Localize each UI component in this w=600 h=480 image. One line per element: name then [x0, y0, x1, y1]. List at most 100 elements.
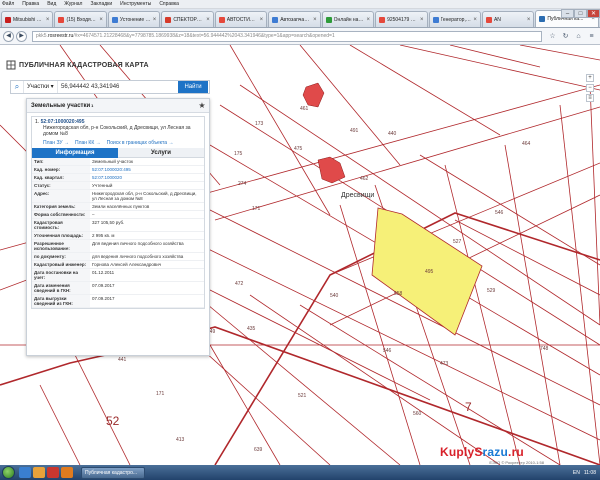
- tab-close-icon[interactable]: ×: [97, 17, 103, 23]
- tab-label: Mitsubishi 8(25...: [13, 16, 44, 23]
- info-row: Кадастровая стоимость: 327 105,50 руб.: [32, 218, 204, 232]
- info-row: Дата выгрузки сведений из ГКН: 07.09.2017: [32, 294, 204, 308]
- home-icon[interactable]: ⌂: [573, 31, 584, 42]
- tab-close-icon[interactable]: ×: [311, 17, 317, 23]
- clock[interactable]: 11:08: [584, 470, 596, 476]
- info-value[interactable]: 52:07:1000020:495: [90, 165, 204, 174]
- tab-close-icon[interactable]: ×: [204, 17, 210, 23]
- search-button[interactable]: Найти: [178, 81, 208, 93]
- maximize-icon[interactable]: □: [574, 9, 587, 18]
- parcel-boundary: [449, 45, 541, 68]
- menu-view[interactable]: Вид: [47, 1, 56, 7]
- info-row: Уточненная площадь: 2 995 кв. м: [32, 231, 204, 240]
- folder-icon[interactable]: [33, 467, 45, 478]
- back-icon[interactable]: ◀: [3, 30, 14, 42]
- parcel-boundary: [39, 384, 81, 465]
- plan-zu-link[interactable]: План ЗУ →: [43, 140, 69, 146]
- menu-icon[interactable]: ≡: [586, 31, 597, 42]
- browser-tab[interactable]: 92504179 РЕТ...×: [375, 11, 428, 27]
- browser-tab[interactable]: СПЕКТОРКИС ...×: [161, 11, 214, 27]
- info-value: Нижегородская обл, р-н Сокольский, д Дре…: [90, 189, 204, 203]
- building[interactable]: [302, 82, 325, 108]
- menu-tools[interactable]: Инструменты: [120, 1, 151, 7]
- firefox-icon[interactable]: [61, 467, 73, 478]
- parcel-index: 1.: [35, 119, 40, 125]
- tab-close-icon[interactable]: ×: [525, 17, 531, 23]
- parcel-card-header: 1. 52:07:1000020:495 Нижегородская обл, …: [32, 117, 204, 139]
- browser-tab[interactable]: АВТОСТИЛЬ 2...×: [214, 11, 268, 27]
- menu-edit[interactable]: Правка: [22, 1, 39, 7]
- tab-close-icon[interactable]: ×: [365, 17, 371, 23]
- zoom-in-button[interactable]: +: [586, 74, 594, 82]
- search-input[interactable]: 56,944442 43,341946: [57, 81, 178, 93]
- tab-label: (15) Входящие: [66, 16, 98, 23]
- parcel-label: 274: [238, 181, 247, 187]
- menu-history[interactable]: Журнал: [64, 1, 82, 7]
- quarter-label-52: 52: [106, 414, 120, 428]
- app-logo: ПУБЛИЧНАЯ КАДАСТРОВАЯ КАРТА: [6, 60, 149, 70]
- tab-close-icon[interactable]: ×: [44, 17, 50, 23]
- parcel-label: 540: [330, 293, 339, 299]
- parcel-label: 464: [522, 141, 531, 147]
- start-button[interactable]: [2, 466, 15, 479]
- info-row: Дата постановки на учет: 01.12.2011: [32, 268, 204, 282]
- close-icon[interactable]: ✕: [587, 9, 600, 18]
- parcel-boundary: [209, 344, 281, 465]
- search-category-select[interactable]: Участки ▾: [23, 81, 57, 93]
- system-tray: EN 11:08: [573, 470, 600, 476]
- tab-information[interactable]: Информация: [32, 148, 118, 158]
- layers-icon[interactable]: ≡: [586, 94, 594, 102]
- browser-tab[interactable]: (15) Входящие ×: [54, 11, 107, 27]
- info-key: Кад. квартал:: [32, 173, 90, 182]
- star-icon[interactable]: ☆: [547, 31, 558, 42]
- parcel-label: 529: [487, 288, 496, 294]
- tab-close-icon[interactable]: ×: [471, 17, 477, 23]
- parcel-label: 527: [453, 239, 462, 245]
- results-panel: Земельные участки 1 ★ 1. 52:07:1000020:49…: [26, 98, 210, 356]
- tab-close-icon[interactable]: ×: [258, 17, 264, 23]
- quarter-label-7: 7: [465, 400, 472, 414]
- reload-icon[interactable]: ↻: [560, 31, 571, 42]
- parcel-label: 491: [350, 128, 359, 134]
- building[interactable]: [317, 156, 346, 184]
- tab-close-icon[interactable]: ×: [418, 17, 424, 23]
- info-value: Горнова Алексей Александрович: [90, 260, 204, 269]
- tab-favicon-icon: [218, 16, 225, 23]
- parcel-boundary: [399, 45, 600, 91]
- favorite-star-icon[interactable]: ★: [195, 101, 209, 110]
- menu-bookmarks[interactable]: Закладки: [90, 1, 112, 7]
- taskbar: Публичная кадастро... EN 11:08: [0, 465, 600, 480]
- panel-header: Земельные участки 1 ★: [27, 99, 209, 113]
- browser-tab[interactable]: Автозапчасти...×: [268, 11, 321, 27]
- parcel-label: 171: [156, 391, 165, 397]
- taskbar-task-browser[interactable]: Публичная кадастро...: [81, 466, 145, 479]
- lang-indicator[interactable]: EN: [573, 470, 580, 476]
- tab-label: 92504179 РЕТ...: [387, 16, 418, 23]
- info-value: 01.12.2011: [90, 268, 204, 282]
- minimize-icon[interactable]: –: [561, 9, 574, 18]
- search-in-bounds-link[interactable]: Поиск в границах объекта →: [107, 140, 174, 146]
- url-field[interactable]: pkk5.rosreestr.ru/#x=4674571.21228468&y=…: [32, 30, 542, 42]
- browser-tab[interactable]: Mitsubishi 8(25...×: [1, 11, 54, 27]
- tab-label: Устонение ко...: [119, 16, 151, 23]
- browser-tab[interactable]: Онлайн наход...×: [321, 11, 375, 27]
- plan-kk-link[interactable]: План КК →: [75, 140, 101, 146]
- forward-icon[interactable]: ▶: [16, 30, 27, 42]
- info-value[interactable]: 52:07:1000020: [90, 173, 204, 182]
- card-tabs: Информация Услуги: [32, 148, 204, 158]
- tab-bar: Mitsubishi 8(25...×(15) Входящие×Устонен…: [0, 9, 600, 28]
- selected-parcel-label: 495: [425, 269, 434, 275]
- url-prefix: pkk5.: [36, 32, 48, 39]
- browser-tab[interactable]: Устонение ко...×: [107, 11, 161, 27]
- search-icon[interactable]: ⌕: [11, 82, 23, 92]
- browser-tab[interactable]: AN ×: [481, 11, 535, 27]
- tab-services[interactable]: Услуги: [118, 148, 204, 158]
- info-value: 07.09.2017: [90, 294, 204, 308]
- menu-file[interactable]: Файл: [2, 1, 14, 7]
- opera-icon[interactable]: [47, 467, 59, 478]
- zoom-out-button[interactable]: −: [586, 84, 594, 92]
- browser-tab[interactable]: Генератор, а... ×: [428, 11, 481, 27]
- menu-help[interactable]: Справка: [159, 1, 179, 7]
- tab-close-icon[interactable]: ×: [151, 17, 157, 23]
- explorer-icon[interactable]: [19, 467, 31, 478]
